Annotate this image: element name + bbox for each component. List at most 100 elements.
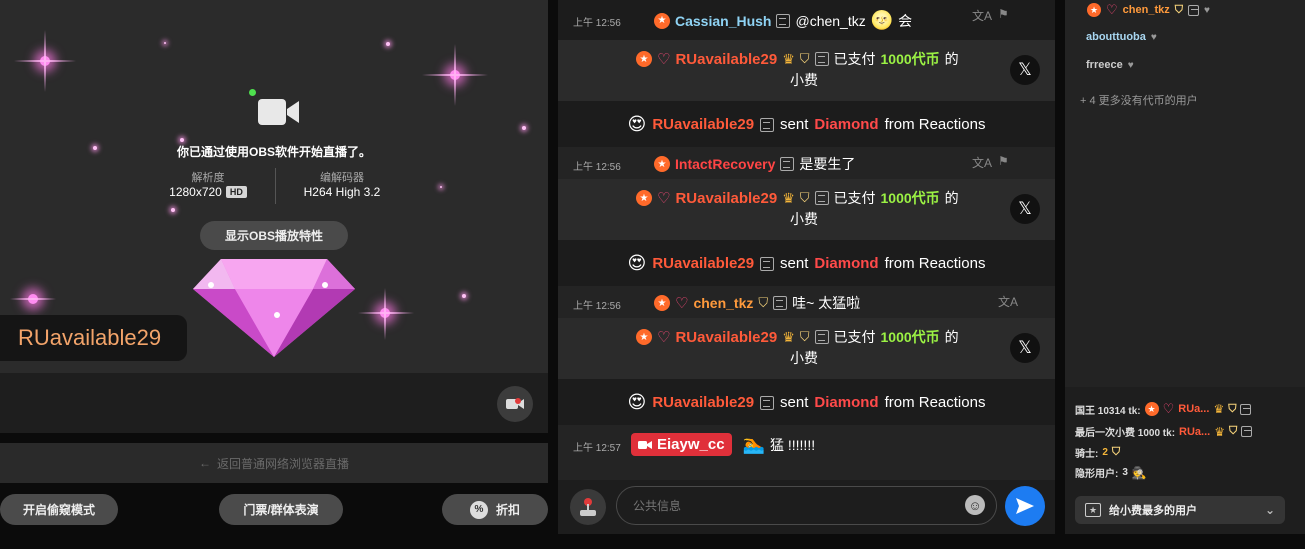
- emoji-icon[interactable]: ☺: [965, 495, 985, 515]
- video-camera-icon: [258, 99, 299, 125]
- message-time: 上午 12:56: [573, 162, 621, 173]
- spy-mode-button[interactable]: 开启偷窥模式: [0, 494, 118, 525]
- chat-username[interactable]: Eiayw_cc: [657, 436, 725, 453]
- message-text: 哇~ 太猛啦: [792, 295, 861, 311]
- tip-message: ★ ♡ RUavailable29 ♛ ⛉ 已支付 1000代币的 小费 𝕏: [558, 40, 1055, 101]
- hidden-count: 3: [1122, 467, 1128, 478]
- user-list-item[interactable]: frreece ♥: [1086, 59, 1134, 71]
- gift-sent-text: sent: [780, 394, 809, 411]
- gift-name: Diamond: [814, 394, 879, 411]
- hidden-label: 隐形用户:: [1075, 469, 1119, 480]
- heart-icon: ♡: [675, 295, 689, 312]
- sparkle-decoration: [440, 186, 442, 188]
- gift-username[interactable]: RUavailable29: [652, 394, 754, 411]
- gift-username[interactable]: RUavailable29: [652, 255, 754, 272]
- sparkle-ray: [384, 288, 386, 340]
- discount-label: 折扣: [495, 503, 520, 517]
- tip-amount: 1000代币: [880, 51, 940, 67]
- chat-username[interactable]: IntactRecovery: [675, 156, 775, 172]
- flag-icon[interactable]: ⚑: [998, 7, 1009, 21]
- joystick-icon[interactable]: [570, 489, 606, 525]
- note-icon: [760, 256, 775, 271]
- user-list-panel: ★ ♡ chen_tkz ⛉ ♥ abouttuoba ♥ frreece ♥ …: [1065, 0, 1305, 534]
- gift-name: Diamond: [814, 255, 879, 272]
- sparkle-decoration: [180, 138, 184, 142]
- discount-button[interactable]: % 折扣: [442, 494, 548, 525]
- note-icon: [760, 395, 775, 410]
- encoder-label: 编解码器: [320, 172, 364, 184]
- gift-message: 😍 RUavailable29 sent Diamond from Reacti…: [558, 240, 1055, 286]
- user-name: frreece: [1086, 59, 1123, 71]
- top-tipper-select[interactable]: ★ 给小费最多的用户 ⌄: [1075, 496, 1285, 524]
- gift-from-text: from Reactions: [884, 394, 986, 411]
- shield-icon: ⛉: [1228, 425, 1238, 437]
- user-list-item[interactable]: abouttuoba ♥: [1086, 31, 1157, 43]
- message-time: 上午 12:57: [573, 443, 621, 454]
- resolution-label: 解析度: [191, 172, 225, 184]
- user-list-item[interactable]: ★ ♡ chen_tkz ⛉ ♥: [1087, 2, 1210, 18]
- arrow-left-icon: ←: [198, 456, 211, 470]
- shield-icon: ⛉: [799, 190, 810, 205]
- crown-icon: ♛: [1214, 424, 1225, 439]
- return-text: 返回普通网络浏览器直播: [216, 456, 349, 471]
- chat-panel: 上午 12:56 ★ Cassian_Hush @chen_tkz 🌝 会 文A…: [558, 0, 1055, 534]
- x-icon[interactable]: 𝕏: [1010, 333, 1040, 363]
- star-badge-icon: ★: [1085, 503, 1101, 517]
- video-camera-icon: [638, 440, 652, 449]
- gift-from-text: from Reactions: [884, 255, 986, 272]
- king-user[interactable]: RUa...: [1178, 403, 1209, 415]
- more-users-text[interactable]: + 4 更多没有代币的用户: [1080, 92, 1198, 108]
- chevron-down-icon: ⌄: [1264, 503, 1275, 517]
- tip-username[interactable]: RUavailable29: [675, 329, 777, 346]
- chat-username[interactable]: chen_tkz: [693, 295, 753, 311]
- tip-username[interactable]: RUavailable29: [675, 190, 777, 207]
- translate-icon[interactable]: 文A: [972, 7, 992, 24]
- crown-icon: ♛: [782, 189, 795, 206]
- tip-text-line2: 小费: [790, 72, 818, 88]
- x-icon[interactable]: 𝕏: [1010, 55, 1040, 85]
- message-time: 上午 12:56: [573, 18, 621, 29]
- camera-toggle-button[interactable]: [497, 386, 533, 422]
- gift-username[interactable]: RUavailable29: [652, 116, 754, 133]
- shield-icon: ⛉: [1174, 3, 1183, 16]
- message-text: @chen_tkz: [795, 12, 866, 29]
- chat-message: 上午 12:56 ★ ♡ chen_tkz ⛉ 哇~ 太猛啦 文A: [558, 286, 1055, 318]
- gift-message: 😍 RUavailable29 sent Diamond from Reacti…: [558, 101, 1055, 147]
- heart-eyes-emoji-icon: 😍: [627, 253, 647, 273]
- last-tip-user[interactable]: RUa...: [1179, 426, 1210, 438]
- x-icon[interactable]: 𝕏: [1010, 194, 1040, 224]
- message-emoji-text: 会: [898, 12, 913, 29]
- user-name: abouttuoba: [1086, 31, 1146, 43]
- shield-icon: ⛉: [1111, 446, 1121, 458]
- heart-icon: ♡: [657, 329, 671, 346]
- heart-icon: ♥: [1150, 31, 1157, 43]
- star-badge-icon: ★: [654, 156, 670, 172]
- show-obs-features-button[interactable]: 显示OBS播放特性: [200, 221, 348, 250]
- ticket-show-button[interactable]: 门票/群体表演: [219, 494, 343, 525]
- translate-icon[interactable]: 文A: [998, 293, 1018, 310]
- tip-username[interactable]: RUavailable29: [675, 51, 777, 68]
- chat-username[interactable]: Cassian_Hush: [675, 13, 771, 29]
- sparkle-decoration: [164, 42, 166, 44]
- gift-sender-banner: RUavailable29: [0, 315, 187, 361]
- note-icon: [814, 330, 829, 344]
- message-text: 猛 !!!!!!!: [769, 436, 816, 453]
- chat-message: 上午 12:56 ★ IntactRecovery 是要生了 文A ⚑: [558, 147, 1055, 179]
- knights-label: 骑士:: [1075, 449, 1099, 460]
- translate-icon[interactable]: 文A: [972, 154, 992, 171]
- heart-icon: ♥: [1127, 59, 1134, 71]
- chat-message-input[interactable]: [616, 486, 997, 525]
- crown-icon: ♛: [782, 50, 795, 67]
- knights-count: 2: [1102, 447, 1108, 458]
- encoder-value: H264 High 3.2: [303, 185, 381, 199]
- send-button[interactable]: [1005, 486, 1045, 526]
- note-icon: [780, 157, 795, 171]
- top-tipper-label: 给小费最多的用户: [1109, 505, 1197, 517]
- tip-message: ★ ♡ RUavailable29 ♛ ⛉ 已支付 1000代币的 小费 𝕏: [558, 318, 1055, 379]
- flag-icon[interactable]: ⚑: [998, 154, 1009, 168]
- tip-text-pre: 已支付: [833, 190, 876, 206]
- note-icon: [773, 296, 788, 310]
- tip-text-pre: 已支付: [833, 51, 876, 67]
- chat-message: 上午 12:56 ★ Cassian_Hush @chen_tkz 🌝 会 文A…: [558, 0, 1055, 40]
- return-browser-broadcast-link[interactable]: ← 返回普通网络浏览器直播: [0, 443, 548, 483]
